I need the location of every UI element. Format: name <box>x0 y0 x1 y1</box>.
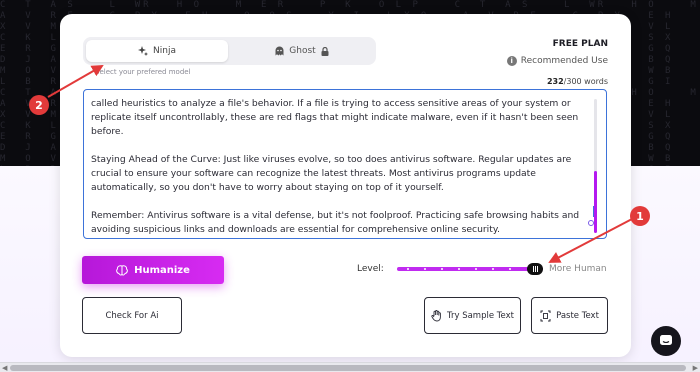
ninja-model-button[interactable]: Ninja <box>86 40 228 62</box>
hand-icon <box>431 309 441 321</box>
slider-step-dot <box>441 268 443 270</box>
check-for-ai-label: Check For Ai <box>105 310 159 321</box>
editor-scrollbar[interactable] <box>594 99 597 233</box>
ghost-model-button[interactable]: Ghost <box>231 40 373 62</box>
word-limit: /300 words <box>563 77 608 86</box>
humanize-button[interactable]: Humanize <box>82 256 224 284</box>
ghost-model-label: Ghost <box>289 46 316 56</box>
editor-paragraph: Remember: Antivirus software is a vital … <box>91 210 580 235</box>
annotation-badge-2: 2 <box>29 95 49 115</box>
slider-track[interactable] <box>397 267 543 271</box>
slider-knob[interactable] <box>527 263 543 275</box>
recommended-use-link[interactable]: i Recommended Use <box>506 56 608 66</box>
lock-icon <box>321 46 329 56</box>
editor-paragraph: called heuristics to analyze a file's be… <box>91 98 579 137</box>
ghost-icon <box>275 46 284 56</box>
slider-step-dot <box>475 268 477 270</box>
paste-icon <box>540 310 551 321</box>
editor-content[interactable]: called heuristics to analyze a file's be… <box>91 97 591 238</box>
word-count: 232/300 words <box>547 77 608 86</box>
recommended-use-label: Recommended Use <box>520 56 608 66</box>
paste-text-label: Paste Text <box>556 310 599 321</box>
plan-title: FREE PLAN <box>552 39 608 49</box>
brain-icon <box>116 264 128 276</box>
check-for-ai-button[interactable]: Check For Ai <box>82 297 182 334</box>
chat-icon <box>660 335 672 345</box>
editor-paragraph: Staying Ahead of the Curve: Just like vi… <box>91 154 572 193</box>
humanization-level-slider[interactable] <box>397 263 543 275</box>
try-sample-text-label: Try Sample Text <box>447 310 514 321</box>
scroll-left-icon[interactable]: ◀ <box>2 364 7 372</box>
info-icon: i <box>506 56 517 66</box>
paste-text-button[interactable]: Paste Text <box>531 297 608 334</box>
slider-step-dot <box>424 268 426 270</box>
slider-step-dot <box>458 268 460 270</box>
ninja-model-label: Ninja <box>153 46 176 56</box>
chat-support-button[interactable] <box>651 326 681 356</box>
slider-step-dot <box>509 268 511 270</box>
text-editor[interactable]: called heuristics to analyze a file's be… <box>83 89 607 239</box>
try-sample-text-button[interactable]: Try Sample Text <box>424 297 521 334</box>
annotation-badge-1: 1 <box>630 206 650 226</box>
sparkle-icon <box>138 46 149 56</box>
model-selector: Ninja Ghost <box>83 37 376 65</box>
model-hint: Select your prefered model <box>95 68 191 76</box>
editor-scrollbar-thumb[interactable] <box>594 171 597 233</box>
word-count-value: 232 <box>546 77 564 86</box>
scroll-right-icon[interactable]: ▶ <box>693 364 698 372</box>
more-human-label: More Human <box>549 264 607 274</box>
slider-step-dot <box>407 268 409 270</box>
editor-resize-handle[interactable] <box>588 220 594 226</box>
horizontal-scrollbar-thumb[interactable] <box>10 365 686 371</box>
level-label: Level: <box>357 264 384 274</box>
humanize-label: Humanize <box>134 264 190 276</box>
horizontal-scrollbar[interactable]: ◀ ▶ <box>0 362 700 372</box>
slider-step-dot <box>492 268 494 270</box>
